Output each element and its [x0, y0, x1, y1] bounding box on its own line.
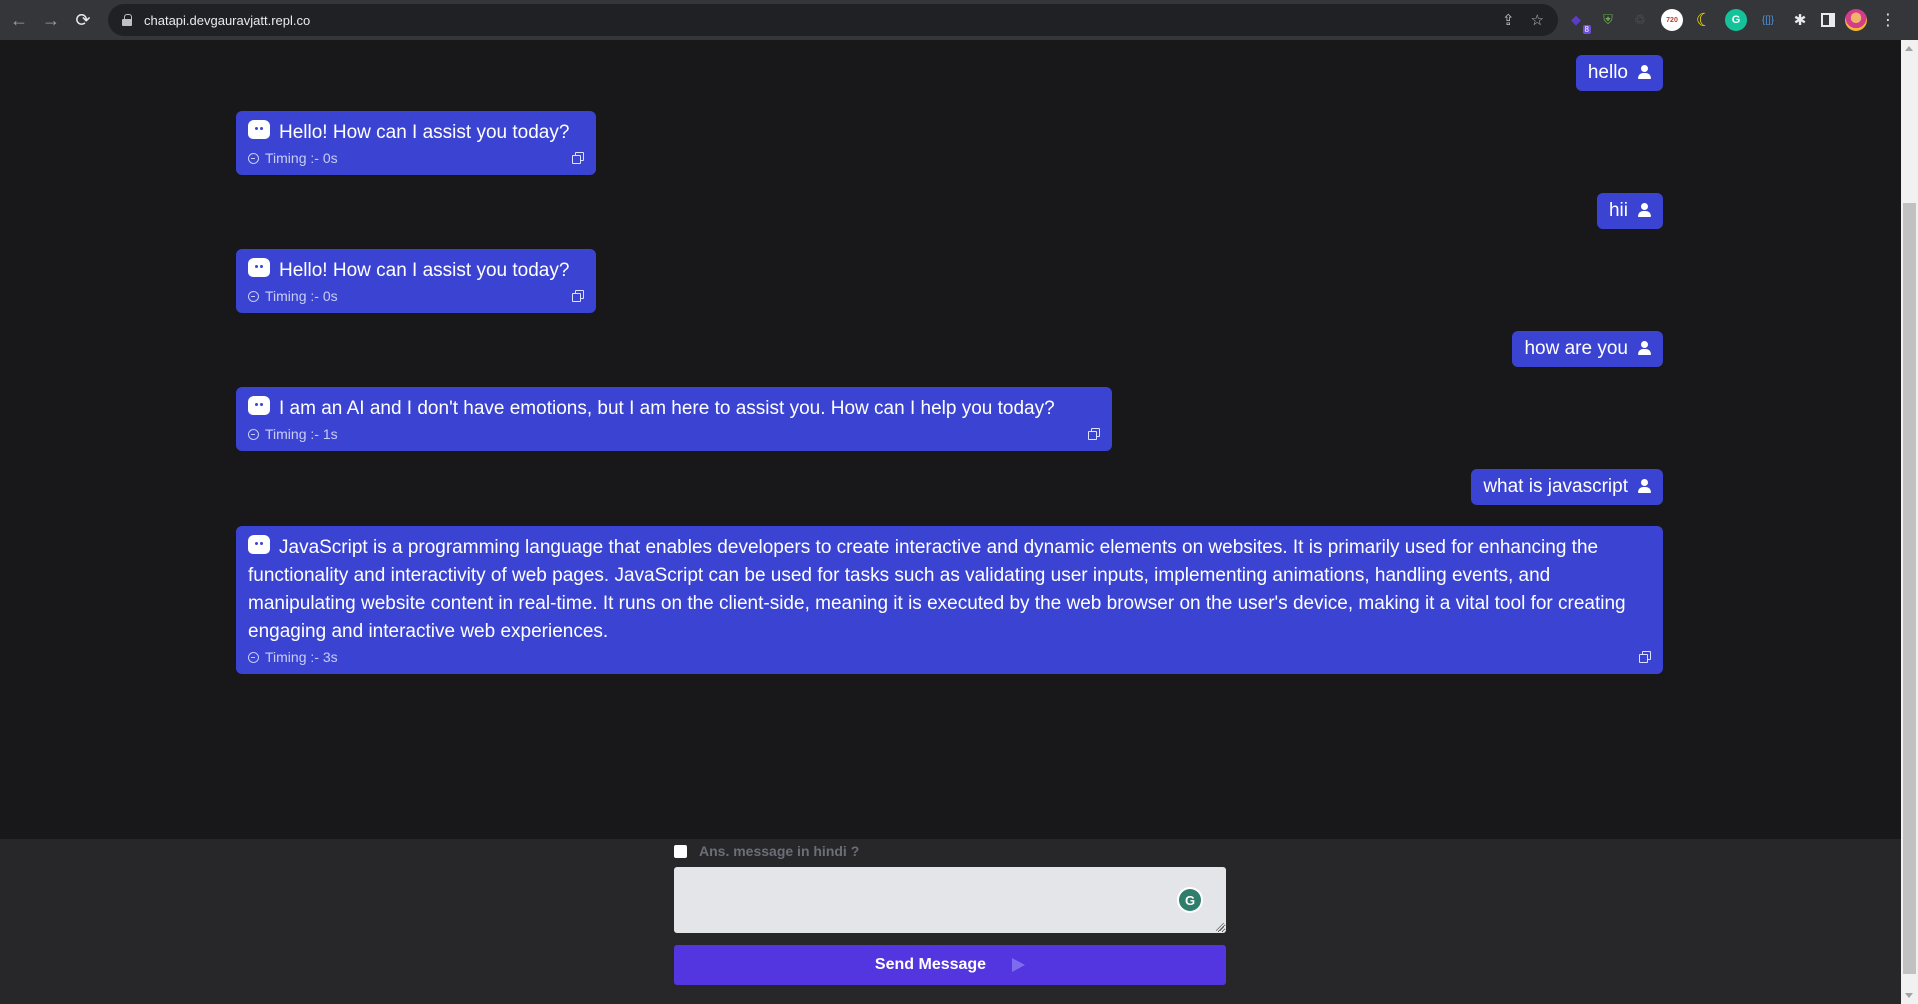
- browser-toolbar: ← → ⟳ chatapi.devgauravjatt.repl.co ⇪ ☆ …: [0, 0, 1918, 40]
- clock-icon: [248, 428, 259, 440]
- message-text: hello: [1587, 62, 1628, 83]
- message-text: Hello! How can I assist you today?: [279, 122, 570, 143]
- send-arrow-icon: [1012, 958, 1026, 972]
- recycle-icon[interactable]: ♲: [1629, 9, 1651, 31]
- grammarly-extension-icon[interactable]: G: [1725, 9, 1747, 31]
- reload-icon: ⟳: [75, 9, 91, 30]
- user-icon: [1638, 65, 1651, 81]
- page: hello Hello! How can I assist you today?…: [0, 40, 1901, 1004]
- profile-avatar[interactable]: [1845, 9, 1867, 31]
- chat-log: hello Hello! How can I assist you today?…: [0, 40, 1901, 839]
- stack-extension-icon[interactable]: ◆ 8: [1565, 9, 1591, 34]
- clock-icon: [248, 651, 259, 663]
- send-message-button[interactable]: Send Message: [674, 945, 1226, 985]
- copy-icon[interactable]: [1639, 651, 1651, 663]
- bot-icon: [248, 258, 270, 277]
- bot-icon: [248, 396, 270, 415]
- bot-message: I am an AI and I don't have emotions, bu…: [236, 387, 1112, 451]
- bot-message: JavaScript is a programming language tha…: [236, 526, 1663, 674]
- resize-handle[interactable]: [1216, 923, 1224, 931]
- copy-icon[interactable]: [572, 152, 584, 164]
- scroll-up-arrow-icon[interactable]: [1905, 46, 1913, 51]
- back-button[interactable]: ←: [4, 5, 34, 35]
- copy-icon[interactable]: [572, 290, 584, 302]
- forward-button[interactable]: →: [36, 5, 66, 35]
- message-text: I am an AI and I don't have emotions, bu…: [279, 398, 1055, 419]
- bot-icon: [248, 120, 270, 139]
- message-text: what is javascript: [1483, 476, 1628, 497]
- scrollbar-thumb[interactable]: [1903, 203, 1916, 974]
- share-icon[interactable]: ⇪: [1502, 11, 1515, 29]
- address-bar[interactable]: chatapi.devgauravjatt.repl.co ⇪ ☆: [108, 4, 1558, 36]
- extensions-bar: ◆ 8 ⛨ ♲ 720 ☾ G {[]} ✱ ⋮: [1565, 6, 1899, 34]
- bot-message: Hello! How can I assist you today? Timin…: [236, 249, 596, 313]
- reload-button[interactable]: ⟳: [68, 5, 98, 35]
- user-icon: [1638, 479, 1651, 495]
- message-text: how are you: [1524, 338, 1628, 359]
- url-text[interactable]: chatapi.devgauravjatt.repl.co: [144, 13, 310, 28]
- send-label: Send Message: [874, 956, 987, 973]
- puzzle-icon[interactable]: ✱: [1789, 9, 1811, 31]
- message-text: Hello! How can I assist you today?: [279, 260, 570, 281]
- message-text: hii: [1608, 200, 1628, 221]
- extension-badge: 8: [1582, 25, 1591, 34]
- user-icon: [1638, 341, 1651, 357]
- timing-text: Timing :- 1s: [265, 426, 338, 442]
- user-icon: [1638, 203, 1651, 219]
- page-scrollbar[interactable]: [1901, 40, 1918, 1004]
- user-message: hello: [1575, 55, 1663, 91]
- hindi-label: Ans. message in hindi ?: [699, 843, 860, 859]
- moon-icon[interactable]: ☾: [1693, 9, 1715, 31]
- lock-icon[interactable]: [122, 14, 132, 26]
- side-panel-icon[interactable]: [1821, 13, 1835, 27]
- user-message: how are you: [1512, 331, 1663, 367]
- message-text: JavaScript is a programming language tha…: [248, 537, 1626, 642]
- scroll-down-arrow-icon[interactable]: [1905, 993, 1913, 998]
- user-message: hii: [1596, 193, 1663, 229]
- shield-icon[interactable]: ⛨: [1597, 9, 1619, 31]
- user-message: what is javascript: [1471, 469, 1663, 505]
- hindi-checkbox[interactable]: [674, 844, 687, 858]
- composer: Ans. message in hindi ? G Send Message: [0, 839, 1901, 1004]
- bot-icon: [248, 535, 270, 554]
- arrow-right-icon: →: [42, 9, 60, 30]
- resolution-720-icon[interactable]: 720: [1661, 9, 1683, 31]
- clock-icon: [248, 290, 259, 302]
- bot-message: Hello! How can I assist you today? Timin…: [236, 111, 596, 175]
- clock-icon: [248, 152, 259, 164]
- timing-text: Timing :- 3s: [265, 649, 338, 665]
- arrow-left-icon: ←: [10, 9, 28, 30]
- grammarly-icon[interactable]: G: [1177, 887, 1203, 913]
- timing-text: Timing :- 0s: [265, 288, 338, 304]
- json-viewer-icon[interactable]: {[]}: [1757, 9, 1779, 31]
- message-input[interactable]: [674, 867, 1226, 933]
- kebab-menu-icon[interactable]: ⋮: [1877, 9, 1899, 31]
- bookmark-star-icon[interactable]: ☆: [1531, 11, 1544, 29]
- copy-icon[interactable]: [1088, 428, 1100, 440]
- timing-text: Timing :- 0s: [265, 150, 338, 166]
